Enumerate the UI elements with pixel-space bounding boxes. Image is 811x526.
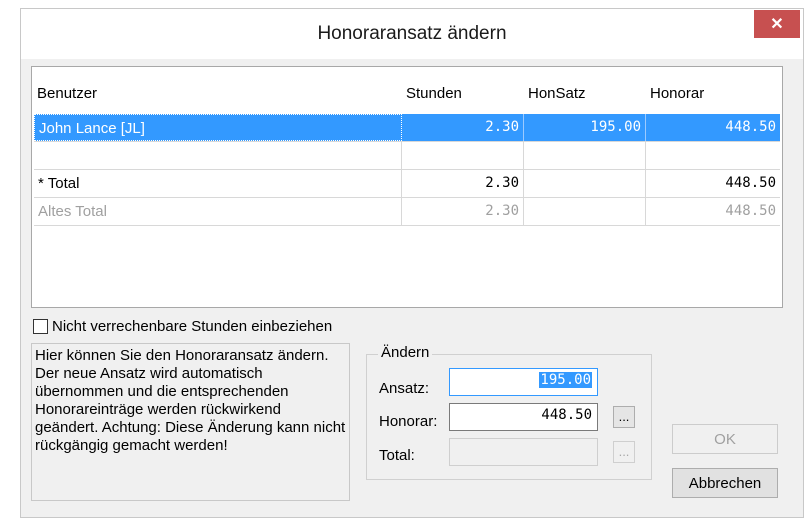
total-label: Total: xyxy=(379,447,415,464)
cell-benutzer: * Total xyxy=(34,170,402,197)
cell-honorar xyxy=(646,142,780,169)
ansatz-input[interactable]: 195.00 xyxy=(449,368,598,396)
ansatz-label: Ansatz: xyxy=(379,380,430,397)
include-unbillable-checkbox-row[interactable]: Nicht verrechenbare Stunden einbeziehen xyxy=(33,318,332,335)
dialog-title: Honoraransatz ändern xyxy=(317,23,507,44)
honorar-label: Honorar: xyxy=(379,413,438,430)
column-header-honorar[interactable]: Honorar xyxy=(650,85,704,102)
fee-grid[interactable]: Benutzer Stunden HonSatz Honorar John La… xyxy=(31,66,783,308)
total-input xyxy=(449,438,598,466)
cell-benutzer: Altes Total xyxy=(34,198,402,225)
grid-header: Benutzer Stunden HonSatz Honorar xyxy=(32,67,782,113)
total-ellipsis-button: ... xyxy=(613,441,635,463)
column-header-honsatz[interactable]: HonSatz xyxy=(528,85,586,102)
close-icon: ✕ xyxy=(770,16,784,33)
cell-honorar: 448.50 xyxy=(725,175,776,191)
honorar-ellipsis-button[interactable]: ... xyxy=(613,406,635,428)
table-row-old-total[interactable]: Altes Total 2.30 448.50 xyxy=(34,198,780,226)
ok-button[interactable]: OK xyxy=(672,424,778,454)
cell-benutzer: John Lance [JL] xyxy=(34,114,402,141)
cell-stunden: 2.30 xyxy=(402,170,524,197)
cell-benutzer xyxy=(34,142,402,169)
info-text: Hier können Sie den Honoraransatz ändern… xyxy=(31,343,350,501)
cell-honorar: 448.50 xyxy=(725,119,776,135)
table-row[interactable]: John Lance [JL] 2.30 195.00 448.50 xyxy=(34,114,780,142)
cell-honsatz xyxy=(524,198,646,225)
cancel-button[interactable]: Abbrechen xyxy=(672,468,778,498)
table-row[interactable] xyxy=(34,142,780,170)
cell-stunden: 2.30 xyxy=(402,198,524,225)
close-button[interactable]: ✕ xyxy=(754,10,800,38)
cell-honsatz: 195.00 xyxy=(524,114,646,141)
cell-stunden xyxy=(402,142,524,169)
include-unbillable-checkbox[interactable] xyxy=(33,319,48,334)
change-group-label: Ändern xyxy=(378,344,433,361)
honorar-input[interactable]: 448.50 xyxy=(449,403,598,431)
cell-honsatz xyxy=(524,170,646,197)
cell-honsatz xyxy=(524,142,646,169)
table-row-total[interactable]: * Total 2.30 448.50 xyxy=(34,170,780,198)
cell-honorar: 448.50 xyxy=(725,203,776,219)
column-header-stunden[interactable]: Stunden xyxy=(406,85,462,102)
cell-stunden: 2.30 xyxy=(402,114,524,141)
ansatz-value: 195.00 xyxy=(539,372,592,388)
column-header-benutzer[interactable]: Benutzer xyxy=(37,85,97,102)
include-unbillable-label[interactable]: Nicht verrechenbare Stunden einbeziehen xyxy=(52,318,332,335)
title-bar: Honoraransatz ändern ✕ xyxy=(21,9,803,59)
